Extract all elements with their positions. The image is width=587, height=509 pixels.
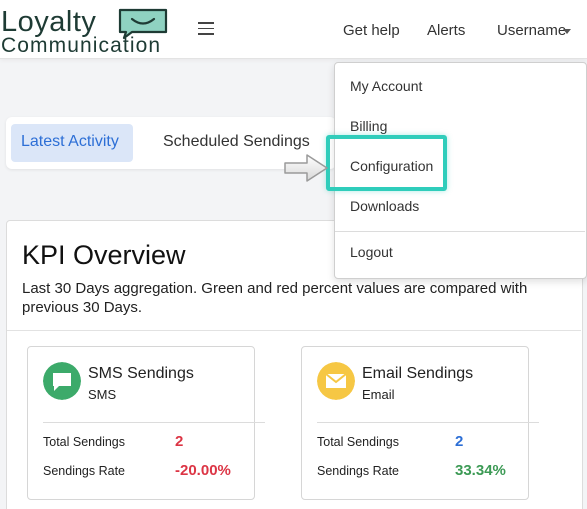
caret-down-icon[interactable] [563,29,571,34]
sms-card-divider [43,422,265,423]
tab-scheduled-sendings[interactable]: Scheduled Sendings [163,133,310,151]
get-help-link[interactable]: Get help [343,22,400,39]
menu-item-billing[interactable]: Billing [350,118,387,134]
sms-card-subtitle: SMS [88,387,117,402]
brand-logo[interactable]: Loyalty Communication [0,4,172,57]
menu-item-downloads[interactable]: Downloads [350,198,419,214]
alerts-link[interactable]: Alerts [427,22,465,39]
username-menu[interactable]: Username [497,22,566,39]
sms-total-value: 2 [175,433,184,450]
email-rate-value: 33.34% [455,462,506,479]
tab-latest-activity-label[interactable]: Latest Activity [21,133,119,151]
email-sendings-card: Email Sendings Email Total Sendings 2 Se… [301,346,539,500]
email-card-subtitle: Email [362,387,395,402]
menu-item-my-account[interactable]: My Account [350,78,422,94]
chat-bubble-icon [43,362,81,400]
kpi-divider [7,330,581,331]
email-card-title: Email Sendings [362,365,474,382]
menu-item-logout[interactable]: Logout [350,244,393,260]
sms-total-label: Total Sendings [43,435,126,449]
sms-card-title: SMS Sendings [88,365,194,382]
kpi-title: KPI Overview [22,240,186,270]
brand-line2: Communication [1,34,162,57]
kpi-description: Last 30 Days aggregation. Green and red … [22,280,528,316]
menu-toggle-icon[interactable] [198,22,214,36]
email-total-value: 2 [455,433,464,450]
top-navbar: Loyalty Communication Get help Alerts Us… [0,0,587,59]
sms-rate-value: -20.00% [175,462,231,479]
email-card-divider [317,422,539,423]
sms-sendings-card: SMS Sendings SMS Total Sendings 2 Sendin… [27,346,265,500]
email-total-label: Total Sendings [317,435,400,449]
email-rate-label: Sendings Rate [317,464,400,478]
sms-rate-label: Sendings Rate [43,464,126,478]
envelope-icon [317,362,355,400]
dropdown-divider [335,231,585,232]
pointer-arrow-icon [284,154,328,182]
configuration-highlight [326,135,447,191]
